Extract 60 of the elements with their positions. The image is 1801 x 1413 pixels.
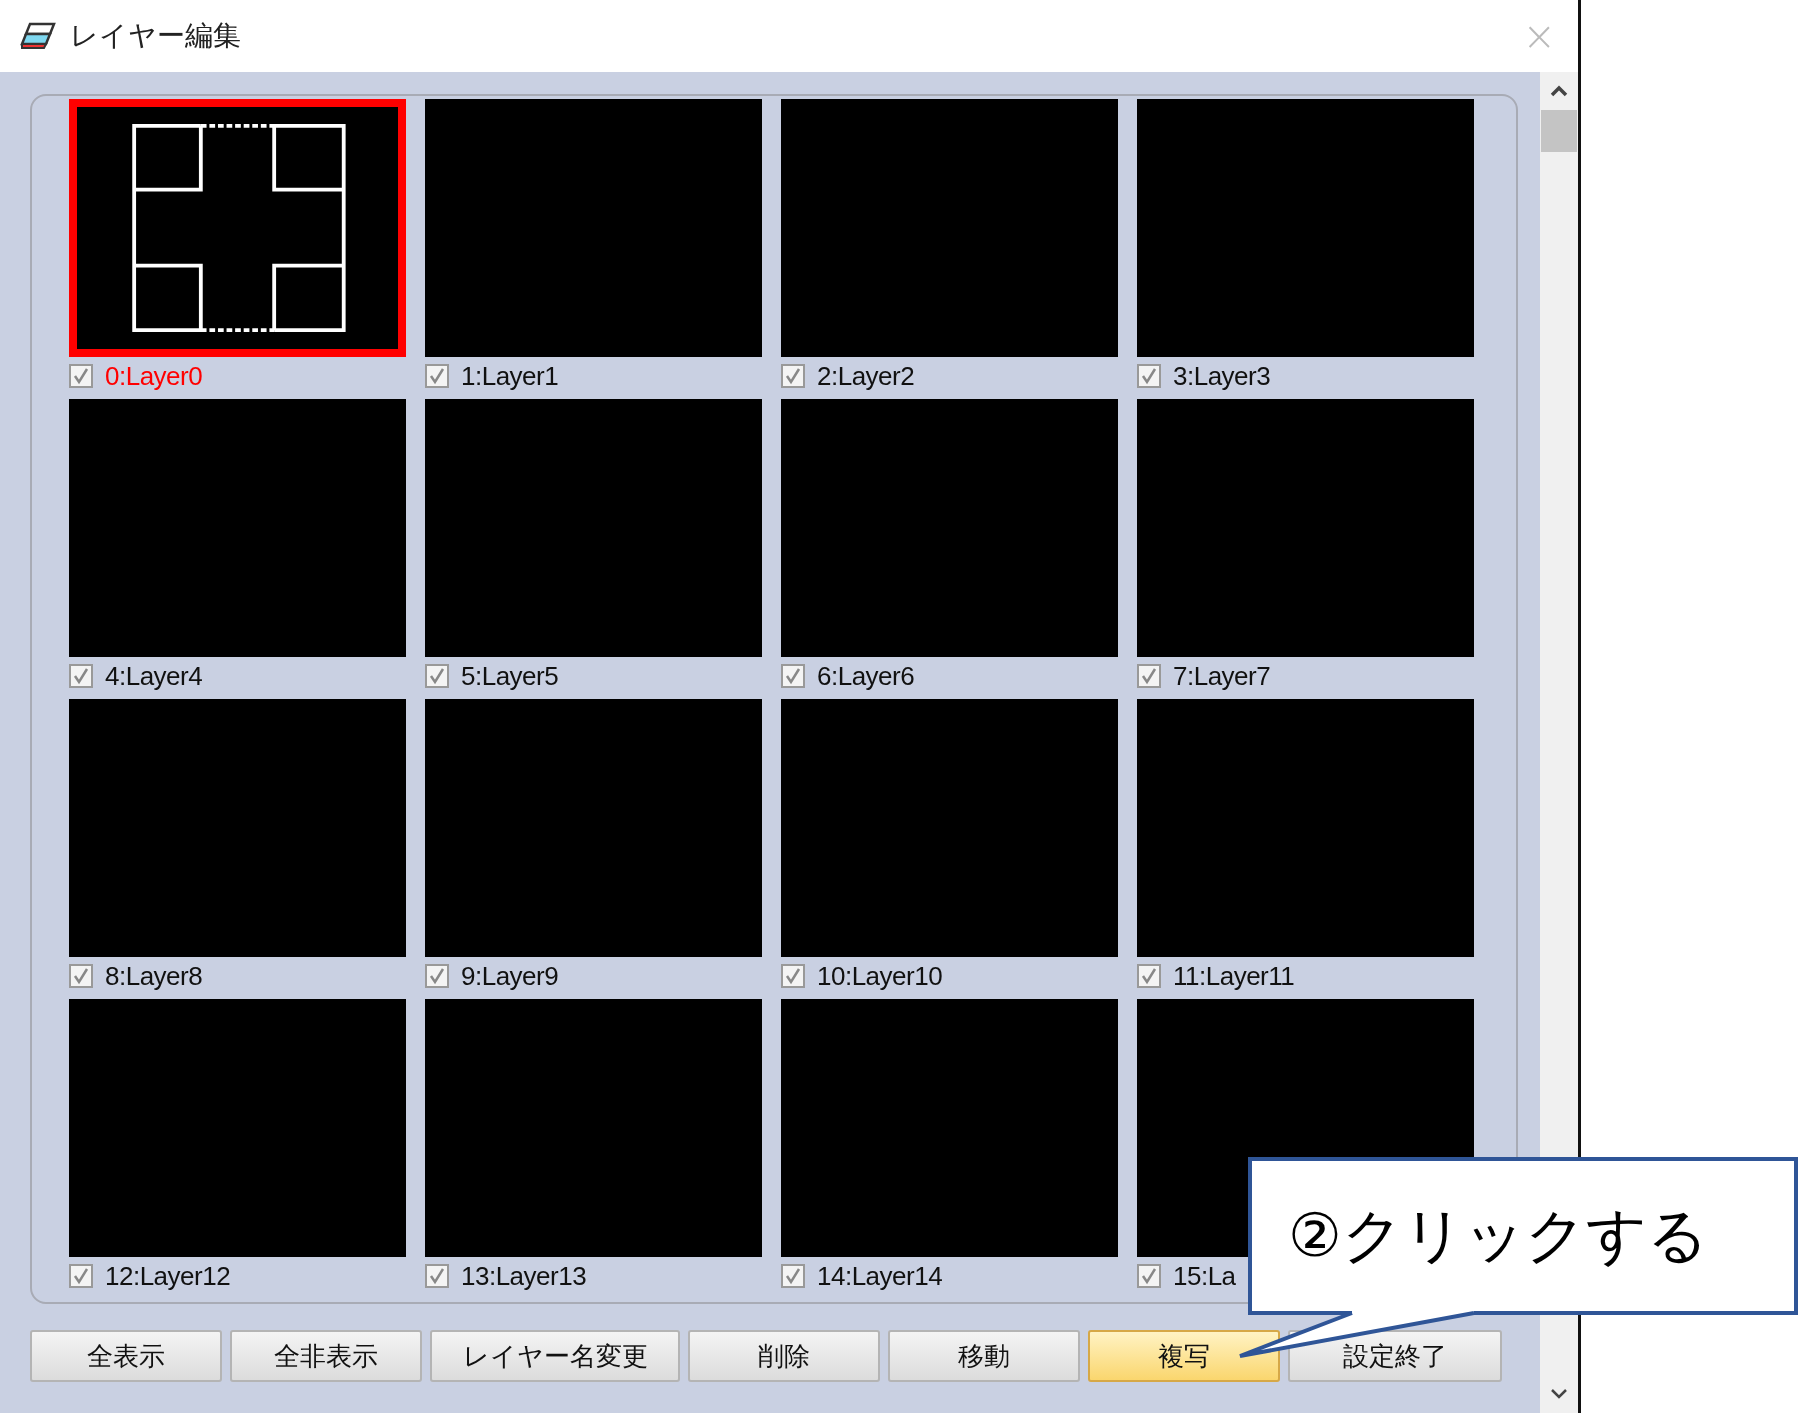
layer-thumbnail[interactable] — [69, 99, 406, 357]
layer-thumbnail[interactable] — [781, 99, 1118, 357]
layer-name: 14:Layer14 — [817, 1260, 943, 1292]
action-button[interactable]: 全非表示 — [230, 1330, 422, 1382]
layer-thumbnail[interactable] — [1137, 399, 1474, 657]
layer-thumbnail[interactable] — [425, 399, 762, 657]
layer-thumbnail[interactable] — [1137, 699, 1474, 957]
visibility-checkbox[interactable] — [425, 364, 449, 388]
visibility-checkbox[interactable] — [425, 664, 449, 688]
layer-thumbnail[interactable] — [1137, 99, 1474, 357]
layer-name: 13:Layer13 — [461, 1260, 587, 1292]
layer-thumbnail[interactable] — [69, 399, 406, 657]
layer-name: 1:Layer1 — [461, 360, 559, 392]
layer-name: 6:Layer6 — [817, 660, 915, 692]
visibility-checkbox[interactable] — [1137, 964, 1161, 988]
layer-name: 5:Layer5 — [461, 660, 559, 692]
action-button[interactable]: 移動 — [888, 1330, 1080, 1382]
action-button[interactable]: レイヤー名変更 — [430, 1330, 680, 1382]
layer-thumbnail[interactable] — [781, 399, 1118, 657]
action-button[interactable]: 設定終了 — [1288, 1330, 1502, 1382]
layer-name: 8:Layer8 — [105, 960, 203, 992]
visibility-checkbox[interactable] — [1137, 664, 1161, 688]
layer-thumbnail[interactable] — [425, 999, 762, 1257]
layer-name: 9:Layer9 — [461, 960, 559, 992]
action-button[interactable]: 複写 — [1088, 1330, 1280, 1382]
visibility-checkbox[interactable] — [69, 1264, 93, 1288]
visibility-checkbox[interactable] — [781, 964, 805, 988]
layer-name: 0:Layer0 — [105, 360, 203, 392]
layer-thumbnail[interactable] — [69, 999, 406, 1257]
visibility-checkbox[interactable] — [781, 364, 805, 388]
visibility-checkbox[interactable] — [781, 664, 805, 688]
visibility-checkbox[interactable] — [1137, 364, 1161, 388]
visibility-checkbox[interactable] — [69, 664, 93, 688]
layer-name: 10:Layer10 — [817, 960, 943, 992]
layer-name: 15:La — [1173, 1260, 1236, 1292]
action-button[interactable]: 削除 — [688, 1330, 880, 1382]
scroll-up-icon[interactable] — [1549, 84, 1569, 98]
scroll-thumb[interactable] — [1541, 110, 1577, 152]
layer-name: 2:Layer2 — [817, 360, 915, 392]
visibility-checkbox[interactable] — [69, 364, 93, 388]
layer-name: 11:Layer11 — [1173, 960, 1295, 992]
layer-thumbnail[interactable] — [781, 699, 1118, 957]
visibility-checkbox[interactable] — [69, 964, 93, 988]
visibility-checkbox[interactable] — [781, 1264, 805, 1288]
scroll-down-icon[interactable] — [1549, 1387, 1569, 1401]
window-title: レイヤー編集 — [70, 18, 241, 54]
layer-name: 4:Layer4 — [105, 660, 203, 692]
visibility-checkbox[interactable] — [1137, 1264, 1161, 1288]
layer-name: 3:Layer3 — [1173, 360, 1271, 392]
layer-thumbnail[interactable] — [69, 699, 406, 957]
layer-name: 7:Layer7 — [1173, 660, 1271, 692]
visibility-checkbox[interactable] — [425, 1264, 449, 1288]
layer-thumbnail[interactable] — [781, 999, 1118, 1257]
callout-text: ②クリックする — [1288, 1198, 1708, 1272]
layer-thumbnail[interactable] — [425, 699, 762, 957]
layers-icon — [20, 21, 58, 51]
layer-name: 12:Layer12 — [105, 1260, 231, 1292]
action-button[interactable]: 全表示 — [30, 1330, 222, 1382]
visibility-checkbox[interactable] — [425, 964, 449, 988]
layer-thumbnail[interactable] — [425, 99, 762, 357]
